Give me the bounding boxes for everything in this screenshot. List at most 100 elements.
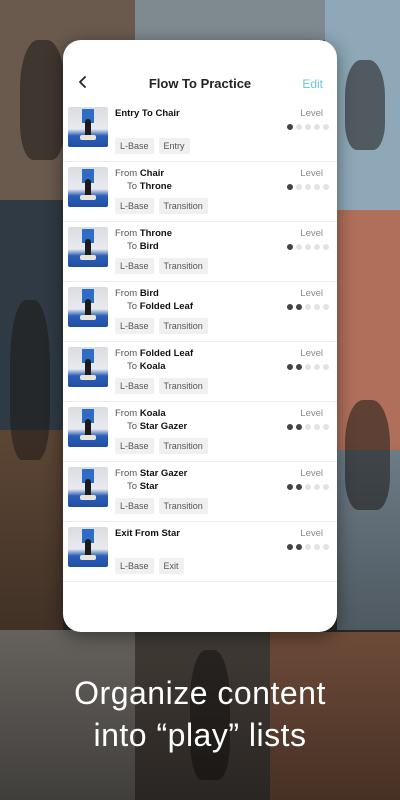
item-title: Exit From Star xyxy=(115,528,180,539)
pose-thumbnail xyxy=(68,287,108,327)
pose-thumbnail xyxy=(68,407,108,447)
level-label: Level xyxy=(300,288,323,299)
list-item[interactable]: From Chair To Throne Level L-Base Transi… xyxy=(63,162,337,222)
to-pose: Koala xyxy=(139,361,166,372)
tag-chip[interactable]: L-Base xyxy=(115,378,154,394)
tag-chip[interactable]: Exit xyxy=(158,558,184,574)
caption-line: Organize content xyxy=(74,675,326,711)
tag-list: L-Base Entry xyxy=(115,138,190,154)
list-item[interactable]: Exit From Star Level L-Base Exit xyxy=(63,522,337,582)
level-dot-filled xyxy=(296,424,302,430)
from-pose: Star Gazer xyxy=(139,468,188,479)
tag-list: L-Base Transition xyxy=(115,198,208,214)
tag-chip[interactable]: L-Base xyxy=(115,138,154,154)
pose-thumbnail xyxy=(68,347,108,387)
level-dot-empty xyxy=(323,184,329,190)
level-dot-empty xyxy=(314,424,320,430)
level-dot-empty xyxy=(323,244,329,250)
item-title: Entry To Chair xyxy=(115,108,180,119)
level-dot-empty xyxy=(323,124,329,130)
tag-list: L-Base Transition xyxy=(115,498,208,514)
to-label: To xyxy=(127,421,138,432)
from-label: From xyxy=(115,408,138,419)
tag-chip[interactable]: Entry xyxy=(158,138,190,154)
tag-chip[interactable]: L-Base xyxy=(115,198,154,214)
pose-thumbnail xyxy=(68,107,108,147)
level-dot-filled xyxy=(287,424,293,430)
from-label: From xyxy=(115,168,138,179)
tag-chip[interactable]: Transition xyxy=(158,438,208,454)
tag-chip[interactable]: Transition xyxy=(158,378,208,394)
item-text: From Folded Leaf To Koala xyxy=(115,347,193,373)
pose-thumbnail xyxy=(68,167,108,207)
level-dot-empty xyxy=(314,364,320,370)
level-dot-empty xyxy=(296,184,302,190)
to-label: To xyxy=(127,301,138,312)
level-dots xyxy=(287,124,329,130)
level-label: Level xyxy=(300,228,323,239)
level-dot-filled xyxy=(296,544,302,550)
edit-button[interactable]: Edit xyxy=(302,77,323,91)
level-dot-empty xyxy=(314,124,320,130)
card-header: Flow To Practice Edit xyxy=(63,40,337,102)
tag-chip[interactable]: Transition xyxy=(158,318,208,334)
level-dot-filled xyxy=(287,244,293,250)
list-item[interactable]: From Bird To Folded Leaf Level L-Base Tr… xyxy=(63,282,337,342)
tag-list: L-Base Transition xyxy=(115,438,208,454)
list-item[interactable]: From Star Gazer To Star Level L-Base Tra… xyxy=(63,462,337,522)
level-dot-empty xyxy=(296,124,302,130)
page-title: Flow To Practice xyxy=(148,76,252,91)
list-item[interactable]: From Folded Leaf To Koala Level L-Base T… xyxy=(63,342,337,402)
pose-thumbnail xyxy=(68,527,108,567)
level-dots xyxy=(287,184,329,190)
level-dot-empty xyxy=(305,244,311,250)
level-dots xyxy=(287,244,329,250)
level-dot-empty xyxy=(305,484,311,490)
level-dot-empty xyxy=(305,184,311,190)
from-pose: Bird xyxy=(139,288,159,299)
list-item[interactable]: From Throne To Bird Level L-Base Transit… xyxy=(63,222,337,282)
level-dot-empty xyxy=(305,124,311,130)
level-dots xyxy=(287,544,329,550)
level-dot-filled xyxy=(287,184,293,190)
tag-chip[interactable]: L-Base xyxy=(115,558,154,574)
level-dot-empty xyxy=(323,484,329,490)
tag-chip[interactable]: L-Base xyxy=(115,498,154,514)
to-pose: Bird xyxy=(139,241,159,252)
level-dot-empty xyxy=(323,424,329,430)
level-dot-empty xyxy=(314,304,320,310)
level-dots xyxy=(287,484,329,490)
item-text: Exit From Star xyxy=(115,527,180,540)
level-dot-filled xyxy=(287,364,293,370)
level-dot-empty xyxy=(323,544,329,550)
item-text: From Star Gazer To Star xyxy=(115,467,187,493)
level-dot-filled xyxy=(287,544,293,550)
tag-chip[interactable]: Transition xyxy=(158,198,208,214)
level-dots xyxy=(287,424,329,430)
level-dot-filled xyxy=(287,484,293,490)
level-dot-filled xyxy=(287,124,293,130)
level-dot-filled xyxy=(287,304,293,310)
list-item[interactable]: From Koala To Star Gazer Level L-Base Tr… xyxy=(63,402,337,462)
to-pose: Star xyxy=(139,481,159,492)
level-dot-filled xyxy=(296,304,302,310)
pose-thumbnail xyxy=(68,227,108,267)
level-dot-empty xyxy=(296,244,302,250)
list-item[interactable]: Entry To Chair Level L-Base Entry xyxy=(63,102,337,162)
caption-line: into “play” lists xyxy=(93,717,307,753)
tag-chip[interactable]: L-Base xyxy=(115,318,154,334)
tag-list: L-Base Transition xyxy=(115,318,208,334)
from-label: From xyxy=(115,288,138,299)
level-dot-empty xyxy=(323,364,329,370)
tag-chip[interactable]: L-Base xyxy=(115,258,154,274)
tag-chip[interactable]: L-Base xyxy=(115,438,154,454)
from-pose: Throne xyxy=(139,228,173,239)
from-label: From xyxy=(115,348,138,359)
tag-list: L-Base Transition xyxy=(115,258,208,274)
to-label: To xyxy=(127,181,138,192)
level-dot-empty xyxy=(314,184,320,190)
tag-chip[interactable]: Transition xyxy=(158,258,208,274)
level-dot-empty xyxy=(314,484,320,490)
level-dot-filled xyxy=(296,484,302,490)
tag-chip[interactable]: Transition xyxy=(158,498,208,514)
